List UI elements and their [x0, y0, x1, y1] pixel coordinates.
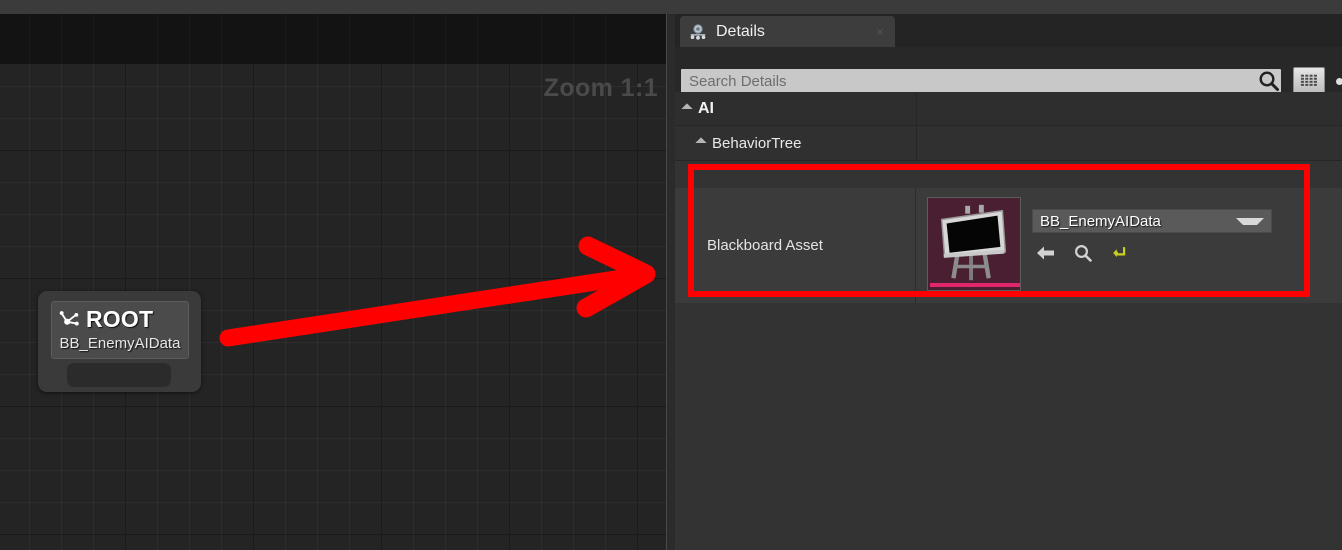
use-selected-asset-icon[interactable]	[1035, 242, 1057, 264]
property-name-cell: Blackboard Asset	[675, 188, 916, 303]
panel-splitter[interactable]	[666, 14, 675, 550]
search-icon[interactable]	[1256, 68, 1282, 94]
chevron-expanded-icon[interactable]	[681, 102, 693, 115]
property-value-cell: BB_EnemyAIData	[916, 188, 1342, 303]
category-row-ai[interactable]: AI	[675, 92, 1342, 126]
details-panel-icon	[690, 23, 706, 40]
search-input[interactable]	[681, 69, 1281, 93]
tab-label: Details	[716, 22, 765, 40]
behavior-tree-root-node[interactable]: ROOT BB_EnemyAIData	[38, 291, 201, 392]
browse-to-asset-icon[interactable]	[1072, 242, 1094, 264]
unreal-behavior-tree-editor: Zoom 1:1 ROOT BB_EnemyAIData Details × S…	[0, 0, 1342, 550]
node-output-pin[interactable]	[67, 363, 171, 387]
reset-to-default-icon[interactable]	[1109, 242, 1131, 264]
property-row-blackboard-asset: Blackboard Asset BB_EnemyAIData	[675, 188, 1342, 303]
top-toolbar-strip	[0, 0, 1342, 15]
details-panel: Details × Search Details AI BehaviorTree…	[675, 14, 1342, 550]
category-row-behaviortree[interactable]: BehaviorTree	[675, 126, 1342, 161]
category-label: AI	[698, 99, 714, 117]
panel-splitter-line	[666, 14, 667, 550]
property-label: Blackboard Asset	[707, 237, 823, 254]
panel-overflow-dot[interactable]	[1336, 78, 1342, 85]
node-title-row: ROOT	[58, 304, 182, 334]
blackboard-asset-dropdown[interactable]: BB_EnemyAIData	[1032, 209, 1272, 233]
grid-view-icon[interactable]	[1293, 67, 1325, 95]
category-label: BehaviorTree	[712, 134, 802, 152]
node-title: ROOT	[86, 306, 154, 332]
close-icon[interactable]: ×	[873, 24, 887, 39]
chevron-down-icon[interactable]	[1236, 217, 1264, 225]
blackboard-asset-thumbnail[interactable]	[927, 197, 1021, 291]
graph-top-shadow-band	[0, 14, 666, 64]
tab-details[interactable]: Details ×	[680, 16, 895, 47]
graph-zoom-level-label: Zoom 1:1	[543, 74, 658, 102]
node-body[interactable]: ROOT BB_EnemyAIData	[51, 301, 189, 359]
blackboard-easel-icon	[928, 198, 1020, 290]
behavior-tree-graph-panel[interactable]: Zoom 1:1 ROOT BB_EnemyAIData	[0, 14, 666, 550]
column-splitter	[916, 92, 917, 125]
chevron-expanded-icon[interactable]	[695, 137, 707, 149]
details-search-row	[675, 56, 1342, 95]
column-splitter	[916, 126, 917, 160]
asset-picker: BB_EnemyAIData	[1032, 197, 1272, 264]
behavior-tree-root-icon	[59, 311, 79, 326]
node-subtitle: BB_EnemyAIData	[59, 335, 181, 352]
asset-value-label: BB_EnemyAIData	[1040, 212, 1161, 230]
details-tabstrip: Details ×	[675, 14, 1342, 47]
property-tree: AI BehaviorTree Blackboard Asset BB_Enem…	[675, 92, 1342, 550]
asset-tool-row	[1032, 242, 1272, 264]
asset-type-color-bar	[930, 283, 1020, 287]
